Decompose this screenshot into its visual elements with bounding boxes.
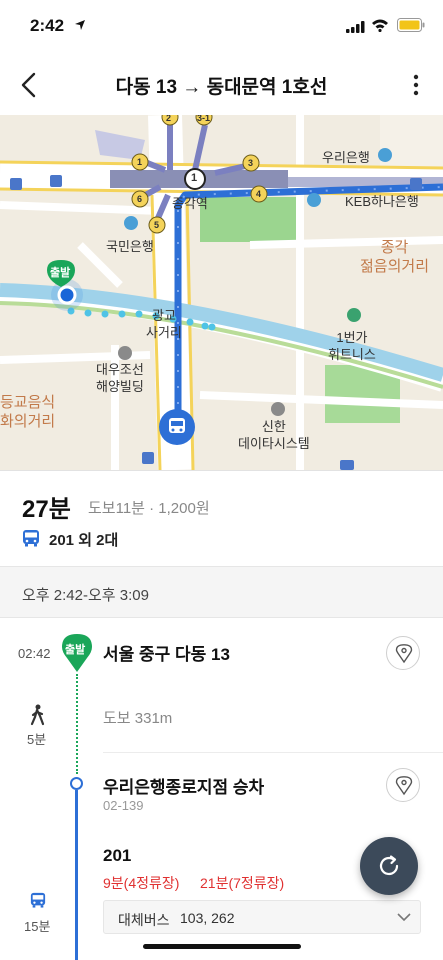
divider xyxy=(103,752,443,753)
map-label-shinhan: 신한 데이타시스템 xyxy=(238,419,310,451)
route-map[interactable]: 우리은행 KEB하나은행 종각역 국민은행 종각 젊음의거리 출발 광교 사거리… xyxy=(0,115,443,470)
map-label-daewoo: 대우조선 해양빌딩 xyxy=(96,362,144,394)
bus-route-line xyxy=(75,790,78,960)
map-label-kookmin: 국민은행 xyxy=(106,239,154,254)
exit-badge-3-1: 3-1 xyxy=(197,115,211,123)
walk-path-line xyxy=(76,674,78,774)
map-label-keb: KEB하나은행 xyxy=(345,194,419,209)
bus-options: 201 외 2대 xyxy=(49,532,119,549)
exit-badge-3: 3 xyxy=(248,158,254,168)
route-summary: 27분 도보11분 · 1,200원 201 외 2대 xyxy=(0,470,443,566)
walking-person-icon xyxy=(30,704,45,726)
arrival-second: 21분(7정류장) xyxy=(200,875,285,891)
arrival-first: 9분(4정류장) xyxy=(103,875,180,891)
location-arrow-icon xyxy=(75,20,85,30)
home-indicator xyxy=(143,944,301,949)
alternative-bus-label: 대체버스 xyxy=(118,912,170,928)
origin-locate-button[interactable] xyxy=(386,636,420,670)
map-label-food-street: 등교음식 화의거리 xyxy=(0,394,56,430)
bus-minutes: 15분 xyxy=(24,919,51,934)
station-line-number: 1 xyxy=(191,172,198,184)
battery-icon xyxy=(397,18,425,32)
page-title: 다동 13 → 동대문역 1호선 xyxy=(115,77,328,98)
map-label-first-ave: 1번가 휘트니스 xyxy=(328,330,376,362)
bus-route-number[interactable]: 201 xyxy=(103,846,131,866)
bus-icon xyxy=(30,892,46,908)
status-time: 2:42 xyxy=(30,16,65,35)
exit-badge-1: 1 xyxy=(137,157,143,167)
map-label-jonggak-station: 종각역 xyxy=(172,196,208,211)
exit-badge-4: 4 xyxy=(256,189,262,199)
time-range: 오후 2:42-오후 3:09 xyxy=(22,587,149,604)
back-icon[interactable] xyxy=(18,72,42,98)
status-bar: 2:42 xyxy=(0,0,443,50)
origin-name: 서울 중구 다동 13 xyxy=(103,645,230,664)
refresh-icon xyxy=(379,855,399,876)
chevron-down-icon xyxy=(397,913,411,922)
more-options-icon[interactable] xyxy=(406,72,426,98)
header: 다동 13 → 동대문역 1호선 xyxy=(0,58,443,112)
stop-locate-button[interactable] xyxy=(386,768,420,802)
boarding-stop-name: 우리은행종로지점 승차 xyxy=(103,778,265,797)
exit-badge-5: 5 xyxy=(154,220,160,230)
map-start-badge: 출발 xyxy=(50,267,71,279)
exit-badge-2: 2 xyxy=(166,115,172,123)
location-pin-icon xyxy=(395,644,413,664)
route-timeline: 02:42 출발 서울 중구 다동 13 5분 도보 331m 우리은행종로지점… xyxy=(0,618,443,960)
bus-icon xyxy=(23,530,39,547)
route-detail: 도보11분 · 1,200원 xyxy=(88,500,210,517)
total-duration: 27분 xyxy=(22,496,71,523)
time-range-bar: 오후 2:42-오후 3:09 xyxy=(0,566,443,618)
boarding-stop-id: 02-139 xyxy=(103,798,144,813)
wifi-icon xyxy=(372,19,388,32)
exit-badge-6: 6 xyxy=(137,194,143,204)
location-pin-icon xyxy=(395,776,413,796)
map-label-jonggak-youth: 종각 젊음의거리 xyxy=(360,239,430,275)
map-label-woori: 우리은행 xyxy=(322,150,370,165)
walk-distance: 도보 331m xyxy=(103,710,173,727)
boarding-stop-marker xyxy=(70,777,83,790)
map-canvas xyxy=(0,115,443,470)
start-time: 02:42 xyxy=(18,646,51,661)
cellular-signal-icon xyxy=(346,21,365,33)
alternative-bus-values: 103, 262 xyxy=(180,910,235,926)
refresh-button[interactable] xyxy=(360,837,418,895)
start-badge-label: 출발 xyxy=(65,644,86,656)
walk-minutes: 5분 xyxy=(27,732,47,747)
alternative-bus-dropdown[interactable]: 대체버스 103, 262 xyxy=(103,900,421,934)
map-label-gwanggyo: 광교 사거리 xyxy=(146,308,182,340)
